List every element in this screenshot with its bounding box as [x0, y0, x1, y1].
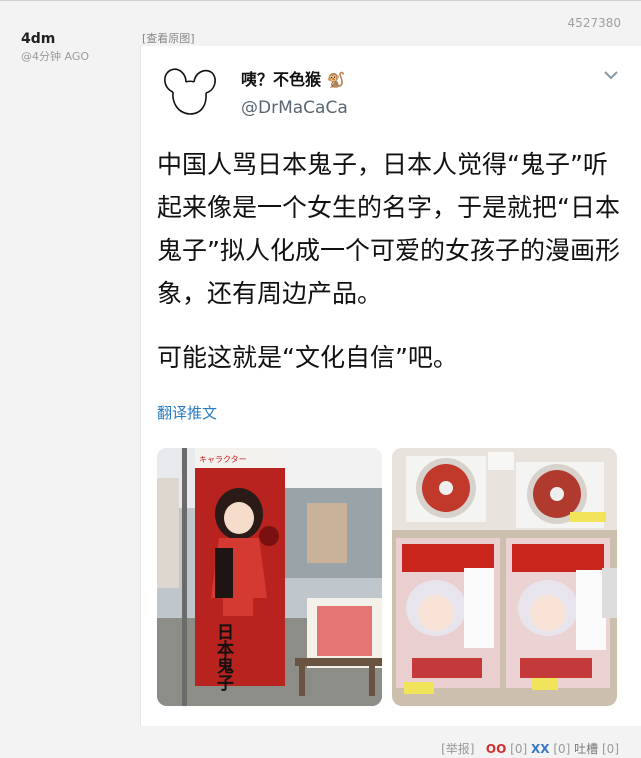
report-link[interactable]: [举报] [441, 742, 474, 756]
mickey-outline-icon [164, 68, 216, 115]
translate-tweet-link[interactable]: 翻译推文 [157, 402, 217, 423]
user-handle[interactable]: @DrMaCaCa [241, 98, 348, 118]
display-name-text: 咦？不色猴 [241, 70, 322, 89]
photo-merchandise-graphic [392, 448, 617, 706]
post-footer: [举报] OO [0] XX [0] 吐槽 [0] [441, 740, 619, 757]
tweet-paragraph: 中国人骂日本鬼子，日本人觉得“鬼子”听起来像是一个女生的名字，于是就把“日本鬼子… [157, 150, 620, 308]
comment-count: [0] [602, 742, 619, 756]
tweet-paragraph: 可能这就是“文化自信”吧。 [157, 343, 458, 372]
photo-merchandise-table[interactable] [392, 448, 617, 706]
downvote-button[interactable]: XX [531, 742, 550, 756]
view-original-link[interactable]: [查看原图] [142, 30, 195, 46]
monkey-icon: 🐒 [326, 71, 346, 89]
banner-text: 日本鬼子 [213, 623, 234, 692]
tweet-image[interactable]: 咦？不色猴 🐒 @DrMaCaCa 中国人骂日本鬼子，日本人觉得“鬼子”听起来像… [140, 46, 641, 726]
post-time: @4分钟 AGO [21, 50, 90, 63]
display-name[interactable]: 咦？不色猴 🐒 [241, 66, 345, 90]
photo-banner-stall-graphic: キャラクター 日本鬼子 [157, 448, 382, 706]
photo-banner-stall[interactable]: キャラクター 日本鬼子 [157, 448, 382, 706]
comment-button[interactable]: 吐槽 [574, 742, 598, 756]
upvote-button[interactable]: OO [486, 742, 506, 756]
chevron-down-icon[interactable] [604, 70, 618, 80]
upvote-count: [0] [510, 742, 528, 756]
post-id: 4527380 [567, 16, 621, 30]
top-divider [0, 0, 641, 1]
tweet-text: 中国人骂日本鬼子，日本人觉得“鬼子”听起来像是一个女生的名字，于是就把“日本鬼子… [157, 143, 627, 379]
banner-brand: キャラクター [199, 455, 247, 464]
post-author[interactable]: 4dm [21, 31, 55, 47]
downvote-count: [0] [553, 742, 571, 756]
